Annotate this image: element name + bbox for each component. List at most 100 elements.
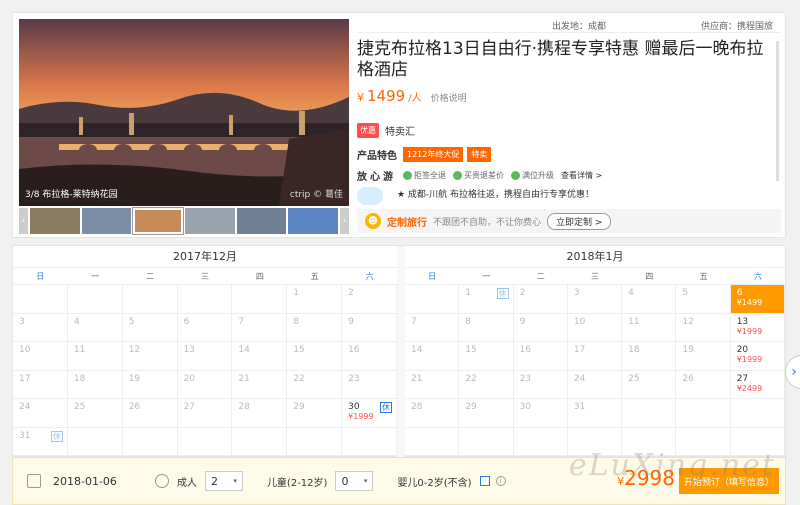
day-number: 13 xyxy=(736,316,749,327)
day-number: 29 xyxy=(465,402,477,412)
weekday-label: 日 xyxy=(428,272,437,281)
day-number: 3 xyxy=(19,316,25,327)
calendar-day: 15 xyxy=(287,342,343,371)
calendar-day: 8 xyxy=(459,313,514,342)
calendar-day: 13 xyxy=(177,342,233,371)
chevron-left-icon[interactable]: ‹ xyxy=(19,208,28,234)
highlight-text: ★ 成都-川航 布拉格往返，携程自由行专享优惠！ xyxy=(397,190,595,200)
calendar-day: 3 xyxy=(567,285,623,314)
prague-photo xyxy=(19,19,349,206)
price-value: 1499 xyxy=(367,87,406,105)
day-number: 4 xyxy=(628,288,634,298)
infant-checkbox[interactable] xyxy=(479,476,490,486)
weekday-label: 五 xyxy=(310,272,319,281)
calendar-icon xyxy=(27,474,41,488)
day-number: 21 xyxy=(238,373,250,384)
day-number: 1 xyxy=(293,288,300,298)
day-number: 20 xyxy=(736,345,749,355)
calendar-day: 21 xyxy=(405,370,460,399)
weekday-label: 一 xyxy=(91,272,100,281)
day-price: ¥1999 xyxy=(348,412,374,421)
child-select[interactable]: 0 ▾ xyxy=(335,471,374,491)
supplier[interactable]: 供应商：携程国旅 xyxy=(701,19,773,32)
custom-travel-bar: ☻ 定制旅行 不跟团不自助，不让你费心 立即定制 > xyxy=(357,209,781,233)
calendar-day: 28 xyxy=(232,399,288,428)
calendar-day: 1 xyxy=(287,285,343,314)
chevron-right-icon[interactable]: › xyxy=(785,355,800,389)
calendar-day: 19 xyxy=(122,370,178,399)
day-price: ¥1999 xyxy=(736,355,763,364)
calendar-empty-cell xyxy=(459,427,514,456)
calendar-day: 7 xyxy=(232,313,288,342)
month-title: 2018年1月 xyxy=(405,246,785,268)
calendar-day: 17 xyxy=(13,370,68,399)
day-price: ¥1999 xyxy=(736,326,763,336)
day-number: 12 xyxy=(128,345,141,355)
day-number: 16 xyxy=(519,345,532,355)
day-number: 28 xyxy=(238,402,250,412)
thumbnail[interactable] xyxy=(236,208,287,234)
page: 3/8 布拉格-莱特纳花园 ctrip © 葛佳 ‹ › 出发地：成都 供应商：… xyxy=(0,0,800,505)
calendar-day: 31 xyxy=(567,399,623,428)
calendar-day[interactable]: 6 ¥1499 xyxy=(730,285,785,314)
promo-row: 优惠 特卖汇 xyxy=(357,123,415,138)
weekday-label: 二 xyxy=(536,272,545,281)
calendar-day[interactable]: 30 ¥1999 休 xyxy=(342,399,397,428)
customize-button[interactable]: 立即定制 > xyxy=(547,212,612,230)
travel-date-input[interactable]: 2018-01-06 xyxy=(53,475,117,488)
view-details-link[interactable]: 查看详情 > xyxy=(561,170,602,181)
calendar-day: 26 xyxy=(676,370,731,399)
photo-caption: 3/8 布拉格-莱特纳花园 xyxy=(25,190,118,200)
calendar-empty-cell xyxy=(730,399,785,428)
calendar-month: 2017年12月 日一二三四五六 1 2 3 4 5 6 7 8 9 10 11 12 13 14 15 16… xyxy=(13,246,397,458)
weekday-label: 四 xyxy=(645,272,654,281)
calendar-day[interactable]: 13 ¥1999 xyxy=(730,313,785,342)
adult-select[interactable]: 2 ▾ xyxy=(204,471,243,491)
product-info: 出发地：成都 供应商：携程国旅 捷克布拉格13日自由行·携程专享特惠 赠最后一晚… xyxy=(357,13,781,239)
day-number: 23 xyxy=(348,373,360,384)
calendar-day: 7 xyxy=(405,313,460,342)
meta-row: 出发地：成都 供应商：携程国旅 xyxy=(357,19,781,33)
calendar-day: 17 xyxy=(567,342,623,371)
day-number: 11 xyxy=(73,345,86,355)
child-label: 儿童(2-12岁) xyxy=(266,477,328,489)
calendar-empty-cell xyxy=(67,427,123,456)
weekday-header: 日一二三四五六 xyxy=(13,268,397,285)
chevron-right-icon[interactable]: › xyxy=(340,208,349,234)
thumbnail[interactable] xyxy=(29,208,80,234)
calendar-day: 23 xyxy=(342,370,397,399)
calendar-empty-cell xyxy=(232,285,288,314)
calendar-day: 10 xyxy=(13,342,68,371)
calendar-day[interactable]: 20 ¥1999 xyxy=(730,342,785,371)
day-grid: 1 2 3 4 5 6 7 8 9 10 11 12 13 14 15 16 17 18 19 20 21 22 23 24 2… xyxy=(13,285,397,456)
calendar-empty-cell xyxy=(622,399,677,428)
weekday-label: 五 xyxy=(699,272,708,281)
calendar-day: 18 xyxy=(622,342,677,371)
price-currency: ¥ xyxy=(357,91,364,104)
thumbnail[interactable] xyxy=(288,208,339,234)
thumbnail[interactable] xyxy=(81,208,132,234)
calendar-day: 14 xyxy=(405,342,460,371)
calendar-day: 16 xyxy=(513,342,568,371)
book-button[interactable]: 开始预订（填写信息） xyxy=(679,468,779,494)
calendar-empty-cell xyxy=(676,399,731,428)
price-note-link[interactable]: 价格说明 xyxy=(431,91,467,104)
thumbnail[interactable] xyxy=(185,208,235,234)
day-number: 20 xyxy=(183,373,196,384)
person-icon: ☻ xyxy=(365,213,381,229)
info-icon[interactable]: i xyxy=(495,476,506,486)
price-row: ¥ 1499 /人 价格说明 xyxy=(357,87,467,105)
day-number: 27 xyxy=(736,373,749,384)
weekday-header: 日一二三四五六 xyxy=(405,268,785,285)
promo-text[interactable]: 特卖汇 xyxy=(385,123,415,138)
scrollbar[interactable] xyxy=(776,41,779,181)
calendar-day: 18 xyxy=(67,370,123,399)
day-number: 15 xyxy=(465,345,477,355)
thumbnail-active[interactable] xyxy=(132,207,185,235)
booking-bar: 2018-01-06 成人 2 ▾ 儿童(2-12岁) 0 ▾ 婴儿0-2岁(不含)… xyxy=(12,457,786,505)
day-number: 30 xyxy=(348,402,360,412)
calendar-day[interactable]: 27 ¥2499 xyxy=(730,370,785,399)
calendar-day: 12 xyxy=(676,313,731,342)
calendar-empty-cell xyxy=(405,285,460,314)
main-photo[interactable]: 3/8 布拉格-莱特纳花园 ctrip © 葛佳 xyxy=(19,19,349,206)
